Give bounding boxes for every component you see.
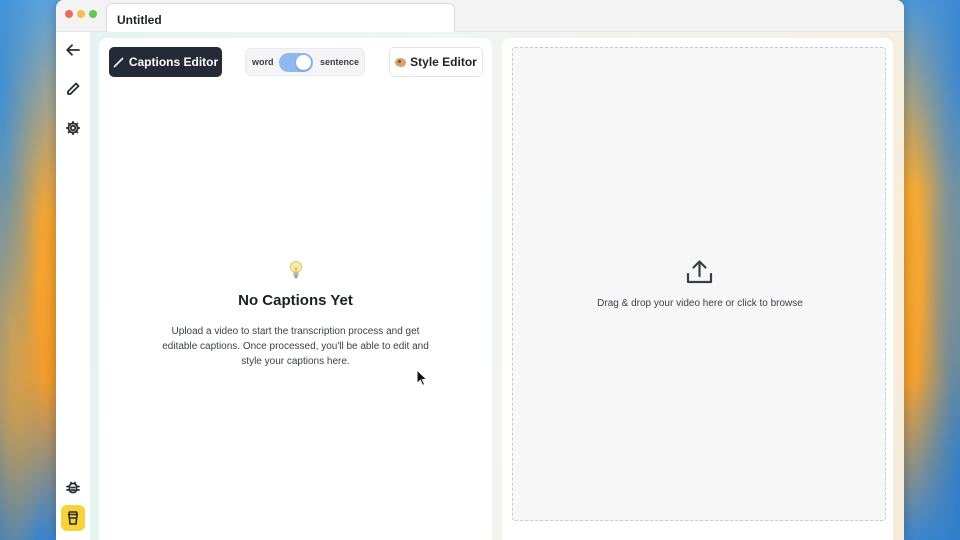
empty-state: No Captions Yet Upload a video to start …	[99, 260, 492, 369]
captions-editor-label: Captions Editor	[128, 55, 219, 69]
captions-editor-button[interactable]: Captions Editor	[109, 47, 222, 77]
debug-button[interactable]	[62, 476, 84, 498]
settings-button[interactable]	[62, 117, 84, 139]
dropzone-text: Drag & drop your video here or click to …	[597, 298, 803, 309]
toggle-label-sentence[interactable]: sentence	[320, 57, 359, 67]
upload-icon	[686, 259, 713, 285]
minimize-window-button[interactable]	[77, 10, 85, 18]
desktop-wallpaper-right	[900, 0, 960, 540]
back-button[interactable]	[62, 39, 84, 61]
empty-state-title: No Captions Yet	[238, 292, 353, 309]
captions-panel: Captions Editor word sentence Style Edit…	[99, 38, 492, 540]
coffee-cup-icon	[67, 511, 79, 525]
arrow-left-icon	[66, 44, 80, 56]
empty-state-description: Upload a video to start the transcriptio…	[162, 326, 429, 367]
tab-title: Untitled	[117, 13, 162, 27]
palette-icon	[395, 57, 407, 67]
wand-icon	[113, 57, 124, 67]
video-dropzone[interactable]: Drag & drop your video here or click to …	[512, 47, 886, 521]
pencil-icon	[67, 82, 80, 95]
toggle-label-word[interactable]: word	[252, 57, 274, 67]
switch-knob[interactable]	[296, 55, 311, 70]
sidebar	[56, 32, 90, 540]
main-content: Captions Editor word sentence Style Edit…	[90, 32, 904, 540]
edit-button[interactable]	[62, 78, 84, 100]
lightbulb-icon	[289, 261, 302, 279]
granularity-switch[interactable]	[279, 53, 313, 72]
style-editor-button[interactable]: Style Editor	[389, 47, 483, 77]
bug-icon	[66, 481, 80, 494]
mouse-cursor-icon	[416, 369, 427, 386]
granularity-toggle: word sentence	[245, 48, 365, 76]
app-window: Untitled Captions Editor word sentence S…	[56, 0, 904, 540]
gear-icon	[65, 120, 81, 136]
video-panel: Drag & drop your video here or click to …	[502, 38, 893, 540]
close-window-button[interactable]	[65, 10, 73, 18]
desktop-wallpaper-left	[0, 0, 60, 540]
style-editor-label: Style Editor	[410, 55, 477, 69]
tab-untitled[interactable]: Untitled	[106, 3, 455, 33]
support-button[interactable]	[61, 505, 85, 531]
zoom-window-button[interactable]	[89, 10, 97, 18]
title-bar: Untitled	[56, 0, 904, 33]
